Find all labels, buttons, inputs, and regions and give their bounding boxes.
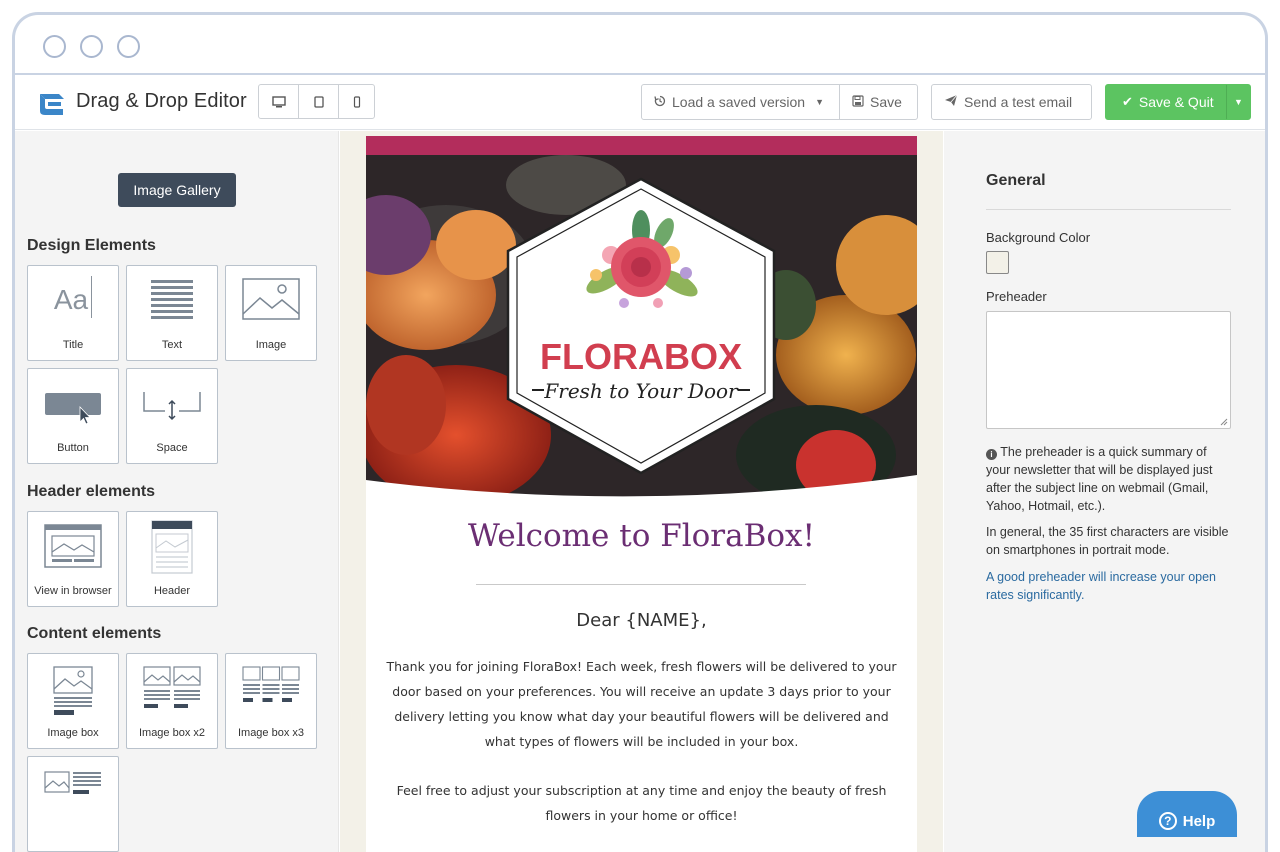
image-icon [226,278,316,320]
header-layout-icon [127,520,217,574]
hero-image[interactable]: FLORABOX Fresh to Your Door [366,155,917,499]
preheader-textarea[interactable] [986,311,1231,429]
info-circle-icon: i [986,449,997,460]
preheader-general-text: In general, the 35 first characters are … [986,525,1229,557]
email-top-bar [366,136,917,155]
florabox-brand-text: FLORABOX [540,336,742,377]
space-element-tile[interactable]: Space [126,368,218,464]
paper-plane-icon [944,94,958,110]
email-preview: FLORABOX Fresh to Your Door Welcome to F… [366,136,917,852]
image-box-x2-icon [127,666,217,712]
editor-toolbar: Drag & Drop Editor Load a saved version … [15,77,1265,130]
window-minimize-dot[interactable] [80,35,103,58]
image-box-x3-tile[interactable]: Image box x3 [225,653,317,749]
content-elements-title: Content elements [27,625,162,642]
header-elements-title: Header elements [27,483,156,500]
header-element-tile[interactable]: Header [126,511,218,607]
preheader-info-text: The preheader is a quick summary of your… [986,445,1213,513]
help-button[interactable]: ? Help [1137,791,1237,837]
view-in-browser-tile[interactable]: View in browser [27,511,119,607]
preheader-info: i The preheader is a quick summary of yo… [986,443,1231,515]
tile-label: Text [161,339,183,351]
save-quit-dropdown-toggle[interactable]: ▼ [1226,85,1250,119]
history-icon [654,94,666,110]
resize-handle-icon[interactable] [1220,418,1228,426]
email-salutation[interactable]: Dear {NAME}, [366,610,917,631]
tile-label: Image box x3 [237,727,305,739]
device-preview-group [258,84,375,119]
image-text-icon [28,769,118,799]
save-and-quit-label: Save & Quit [1138,94,1214,110]
caret-down-icon: ▼ [815,97,825,107]
settings-divider [986,209,1231,210]
question-circle-icon: ? [1158,812,1177,830]
background-color-swatch[interactable] [986,251,1009,274]
image-gallery-button[interactable]: Image Gallery [118,173,236,207]
image-element-tile[interactable]: Image [225,265,317,361]
design-elements-title: Design Elements [27,237,156,254]
save-and-quit-button[interactable]: ✔ Save & Quit ▼ [1105,84,1251,120]
check-icon: ✔ [1122,94,1133,109]
tile-label: Button [57,442,89,454]
image-text-tile[interactable] [27,756,119,852]
window-zoom-dot[interactable] [117,35,140,58]
load-saved-version-label: Load a saved version [672,94,806,110]
image-box-icon [28,666,118,716]
floppy-icon [852,94,864,110]
tablet-view-button[interactable] [299,85,339,118]
tile-label: Space [156,442,188,454]
email-paragraph-1[interactable]: Thank you for joining FloraBox! Each wee… [386,654,897,754]
browser-window-icon [28,524,118,568]
app-logo-icon [40,94,64,115]
image-box-x3-icon [226,666,316,710]
text-element-tile[interactable]: Text [126,265,218,361]
elements-sidebar: Image Gallery Design Elements Aa Title T… [15,131,339,852]
email-paragraph-2[interactable]: Feel free to adjust your subscription at… [386,778,897,828]
tablet-icon [313,95,324,108]
title-element-tile[interactable]: Aa Title [27,265,119,361]
background-color-label: Background Color [986,230,1091,245]
image-box-tile[interactable]: Image box [27,653,119,749]
tile-label: Title [62,339,84,351]
button-element-tile[interactable]: Button [27,368,119,464]
save-button[interactable]: Save [839,84,918,120]
mobile-icon [353,95,360,108]
title-text-icon: Aa [28,276,118,318]
window-close-dot[interactable] [43,35,66,58]
send-test-email-label: Send a test email [964,94,1073,110]
mobile-view-button[interactable] [339,85,374,118]
send-test-email-button[interactable]: Send a test email [931,84,1092,120]
help-label: Help [1182,812,1216,830]
desktop-view-button[interactable] [259,85,299,118]
preheader-tip-link[interactable]: A good preheader will increase your open… [986,568,1231,604]
button-cursor-icon [28,391,118,425]
settings-panel: General Background Color Preheader i The… [944,131,1265,852]
tile-label: View in browser [34,585,112,597]
email-heading[interactable]: Welcome to FloraBox! [366,518,917,554]
tile-label: Header [153,585,191,597]
image-box-x2-tile[interactable]: Image box x2 [126,653,218,749]
flowers-background-image: FLORABOX Fresh to Your Door [366,155,917,499]
load-saved-version-button[interactable]: Load a saved version ▼ [641,84,840,120]
save-label: Save [870,94,902,110]
desktop-icon [271,95,286,107]
tile-label: Image [255,339,287,351]
email-divider [476,584,806,585]
tile-label: Image box x2 [138,727,206,739]
preheader-label: Preheader [986,289,1047,304]
general-settings-title: General [986,172,1046,189]
app-title: Drag & Drop Editor [76,90,247,112]
email-canvas: FLORABOX Fresh to Your Door Welcome to F… [340,131,943,852]
tile-label: Image box [47,727,99,739]
florabox-tagline-text: Fresh to Your Door [543,379,739,403]
browser-window: Drag & Drop Editor Load a saved version … [12,12,1268,852]
text-lines-icon [127,278,217,322]
window-titlebar [15,15,1265,75]
spacer-icon [127,391,217,421]
